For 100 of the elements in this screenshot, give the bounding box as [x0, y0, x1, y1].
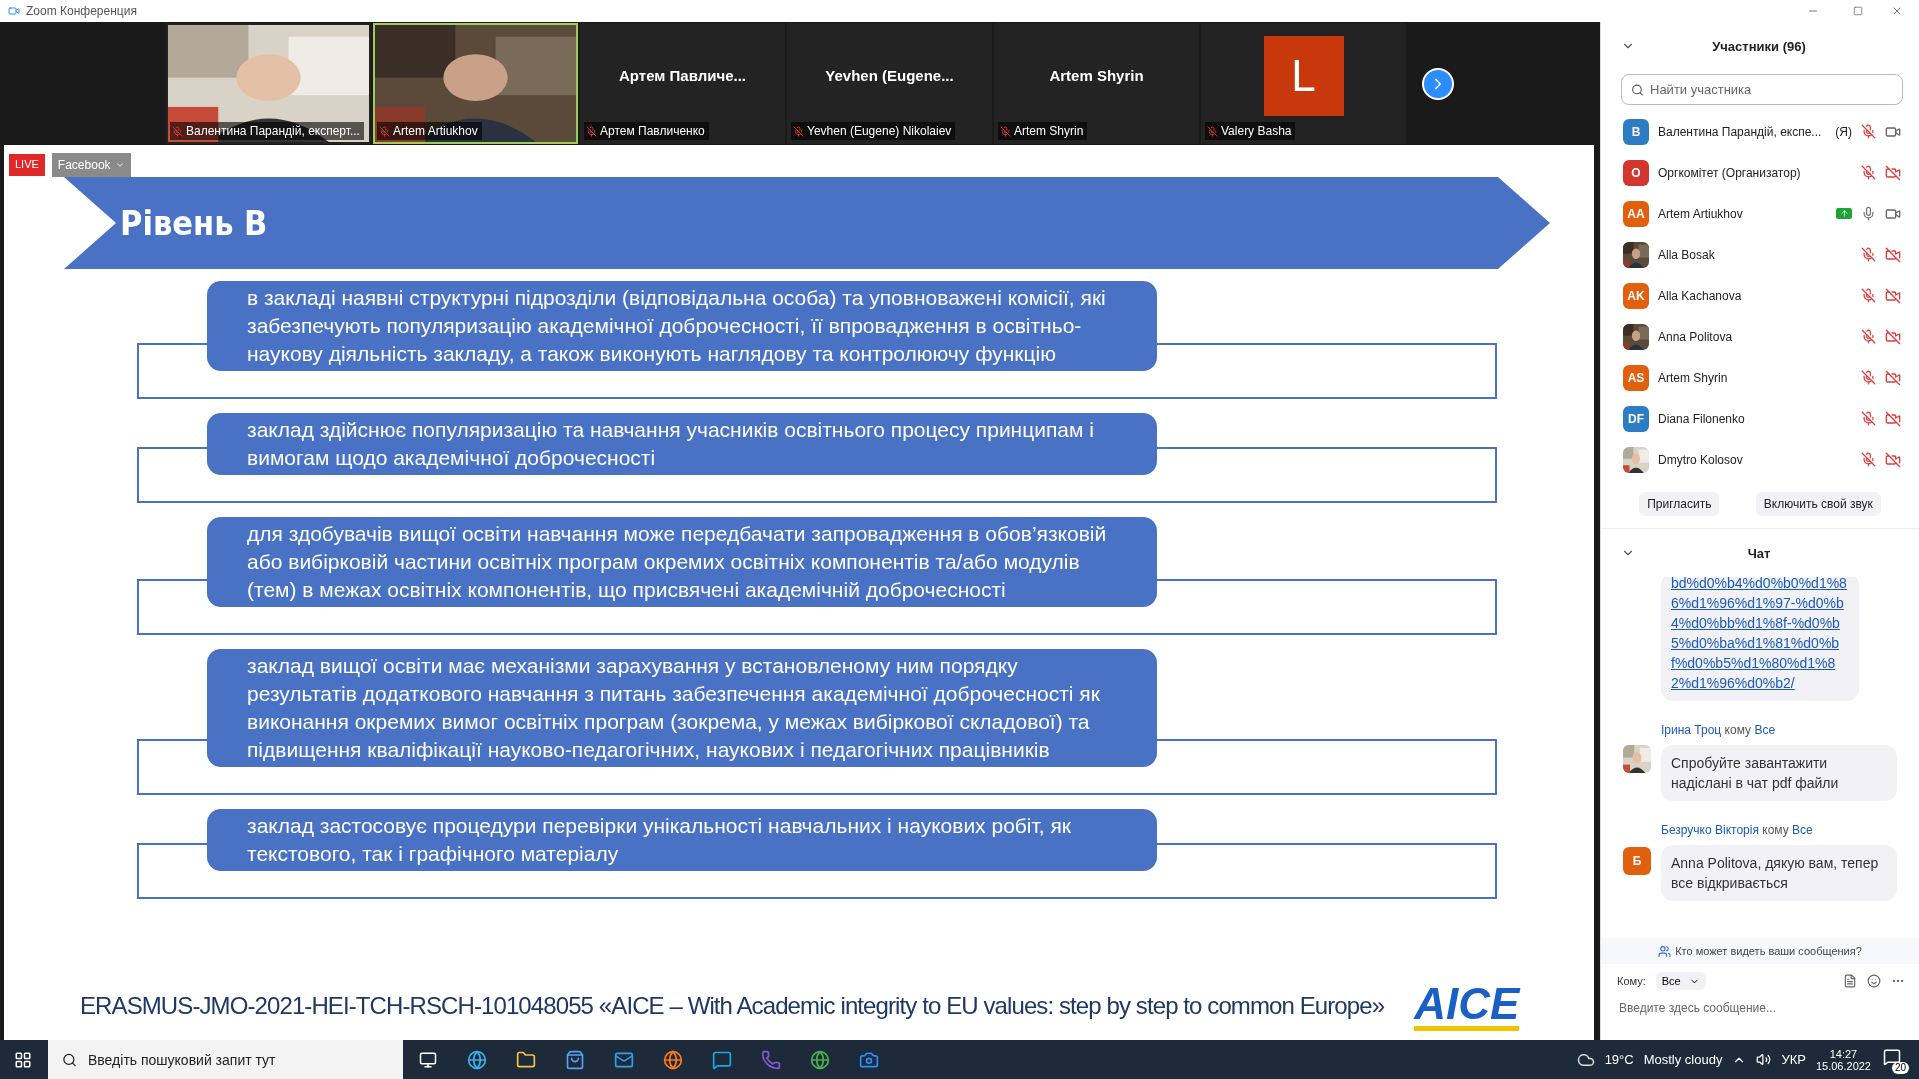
- mic-icon[interactable]: [1861, 206, 1876, 221]
- chat-app-icon[interactable]: [711, 1049, 732, 1070]
- caret-icon: [114, 160, 125, 170]
- camera-off-icon[interactable]: [1885, 410, 1901, 427]
- participant-row[interactable]: AK Alla Kachanova: [1601, 275, 1919, 316]
- logo: AICE: [1414, 981, 1520, 1031]
- chat-link[interactable]: bd%d0%b4%d0%b0%d1%86%d1%96%d1%97-%d0%b4%d0%bb%d1%8f-%d0%b5%d0%ba%d1%81%d0%bf%d0%b5%d1%80%d1%82%d1%96%d0%b2/: [1671, 577, 1849, 693]
- mic-muted-icon[interactable]: [1861, 370, 1876, 385]
- folder-icon[interactable]: [515, 1049, 536, 1070]
- browser-icon[interactable]: [662, 1049, 683, 1070]
- participant-row[interactable]: AS Artem Shyrin: [1601, 357, 1919, 398]
- mic-muted-icon: [1000, 125, 1011, 137]
- notification-count: 20: [1891, 1061, 1909, 1074]
- file-icon[interactable]: [1843, 974, 1857, 988]
- taskbar-search-field[interactable]: Введіть пошуковий запит тут: [48, 1040, 403, 1079]
- mic-muted-icon: [793, 125, 804, 137]
- participant-row[interactable]: Anna Politova: [1601, 316, 1919, 357]
- slide-footer: ERASMUS-JMO-2021-HEI-TCH-RSCH-101048055 «AICE – With Academic integrity to EU values: step by step to common Europe»: [80, 992, 1385, 1020]
- search-icon: [62, 1052, 77, 1067]
- search-icon: [1631, 83, 1644, 96]
- participant-name: Артем Павличенко: [600, 124, 705, 138]
- windows-logo-icon[interactable]: [14, 1050, 32, 1069]
- mic-muted-icon: [172, 125, 183, 137]
- clock-date: 15.06.2022: [1815, 1059, 1871, 1072]
- avatar: О: [1623, 159, 1649, 186]
- task-view-icon[interactable]: [418, 1050, 437, 1069]
- participant-name: Artem Artiukhov: [1658, 206, 1744, 221]
- restore-icon[interactable]: [1853, 6, 1863, 16]
- participant-name: Alla Bosak: [1658, 247, 1716, 262]
- phone-app-icon[interactable]: [760, 1049, 781, 1070]
- participant-row[interactable]: О Оргкомітет (Организатор): [1601, 152, 1919, 193]
- message-bubble: Anna Politova, дякую вам, тепер все відкривається: [1661, 845, 1897, 901]
- camera-off-icon[interactable]: [1885, 451, 1901, 468]
- avatar: AK: [1623, 282, 1649, 309]
- mic-muted-icon[interactable]: [1861, 247, 1876, 262]
- avatar: DF: [1623, 405, 1649, 432]
- panel-button[interactable]: Включить свой звук: [1755, 492, 1881, 516]
- mic-muted-icon[interactable]: [1861, 288, 1876, 303]
- close-icon[interactable]: [1891, 5, 1903, 17]
- camera-off-icon[interactable]: [1885, 328, 1901, 345]
- slide-text-box: заклад вищої освіти має механізми зарахування у встановленому ним порядку результатів додаткового навчання з питань забезпечення академічної доброчесності як виконання окремих вимог освітніх програм (зокрема, у межах вибіркової складової) та підвищення кваліфікації науково-педагогічних, наукових і педагогічних працівників: [207, 649, 1157, 767]
- message-bubble: Спробуйте завантажити надіслані в чат pdf файли: [1661, 745, 1897, 801]
- camera-off-icon[interactable]: [1885, 287, 1901, 304]
- mic-muted-icon[interactable]: [1861, 124, 1876, 139]
- next-page-button[interactable]: [1422, 67, 1454, 100]
- panel-title: Участники (96): [1711, 38, 1807, 54]
- store-icon[interactable]: [564, 1049, 585, 1070]
- camera-off-icon[interactable]: [1885, 246, 1901, 263]
- participant-title: Artem Shyrin: [1049, 67, 1144, 84]
- language-indicator[interactable]: УКР: [1781, 1052, 1806, 1067]
- recipient-label: Кому:: [1617, 975, 1646, 987]
- browser-icon[interactable]: [466, 1049, 487, 1070]
- people-icon: [1658, 944, 1672, 958]
- participant-row[interactable]: Dmytro Kolosov: [1601, 439, 1919, 480]
- slide-text-box: для здобувачів вищої освіти навчання може передбачати запровадження в обов’язковій або вибірковій частини освітніх програм окремих освітніх компонентів та/або модулів (тем) в межах освітніх компонентів, що присвячені академічній доброчесності: [207, 517, 1157, 607]
- browser-icon[interactable]: [809, 1049, 830, 1070]
- participant-row[interactable]: DF Diana Filonenko: [1601, 398, 1919, 439]
- panel-button[interactable]: Пригласить: [1639, 492, 1720, 516]
- message-sender: Безручко Вікторія кому Все: [1661, 823, 1814, 837]
- clock-time: 14:27: [1829, 1047, 1858, 1060]
- emoji-icon[interactable]: [1867, 974, 1881, 988]
- participant-name: Anna Politova: [1658, 329, 1734, 344]
- video-tile[interactable]: Artem Shyrin Artem Shyrin: [994, 23, 1199, 144]
- mic-muted-icon: [1207, 125, 1218, 137]
- slide-text-box: в закладі наявні структурні підрозділи (відповідальна особа) та уповноважені комісії, які забезпечують популяризацію академічної доброчесності, її впровадження в освітньо-наукову діяльність закладу, а також виконують наглядову та контролюючу функцію: [207, 281, 1157, 371]
- participant-name: Artem Shyrin: [1014, 124, 1084, 138]
- participant-title: Артем Павличе...: [619, 67, 746, 84]
- mic-muted-icon[interactable]: [1861, 452, 1876, 467]
- video-tile[interactable]: L Valery Basha: [1201, 23, 1406, 144]
- participant-row[interactable]: Alla Bosak: [1601, 234, 1919, 275]
- slide-text-box: заклад здійснює популяризацію та навчання учасників освітнього процесу принципам і вимогам щодо академічної доброчесності: [207, 413, 1157, 475]
- participant-name: Valery Basha: [1221, 124, 1292, 138]
- camera-off-icon[interactable]: [1885, 369, 1901, 386]
- volume-icon[interactable]: [1756, 1052, 1772, 1067]
- participant-row[interactable]: AA Artem Artiukhov: [1601, 193, 1919, 234]
- mic-muted-icon[interactable]: [1861, 165, 1876, 180]
- participant-name: Yevhen (Eugene) Nikolaiev: [807, 124, 952, 138]
- mic-muted-icon[interactable]: [1861, 411, 1876, 426]
- mic-muted-icon: [379, 125, 390, 137]
- recipient-dropdown[interactable]: Все: [1655, 972, 1706, 990]
- video-tile[interactable]: Артем Павличе... Артем Павличенко: [580, 23, 785, 144]
- video-tile[interactable]: Artem Artiukhov: [373, 23, 578, 144]
- participant-name: Artem Shyrin: [1658, 370, 1729, 385]
- participant-row[interactable]: В Валентина Парандій, експе... (Я): [1601, 111, 1919, 152]
- search-field[interactable]: Найти участника: [1621, 74, 1903, 105]
- participant-name: Alla Kachanova: [1658, 288, 1743, 303]
- letter-avatar: L: [1263, 35, 1344, 116]
- app-icon: [8, 5, 20, 17]
- video-tile[interactable]: Валентина Парандій, експерт...: [166, 23, 371, 144]
- mic-muted-icon: [586, 125, 597, 137]
- weather-text: Mostly cloudy: [1643, 1052, 1723, 1067]
- video-tile[interactable]: Yevhen (Eugene... Yevhen (Eugene) Nikolaiev: [787, 23, 992, 144]
- camera-off-icon[interactable]: [1885, 164, 1901, 181]
- avatar: AA: [1623, 200, 1649, 227]
- avatar: AS: [1623, 364, 1649, 391]
- mic-muted-icon[interactable]: [1861, 329, 1876, 344]
- slide-title: Рівень В: [64, 177, 1550, 269]
- window-title: Zoom Конференция: [26, 4, 138, 18]
- me-tag: (Я): [1835, 124, 1852, 139]
- avatar: В: [1623, 118, 1649, 145]
